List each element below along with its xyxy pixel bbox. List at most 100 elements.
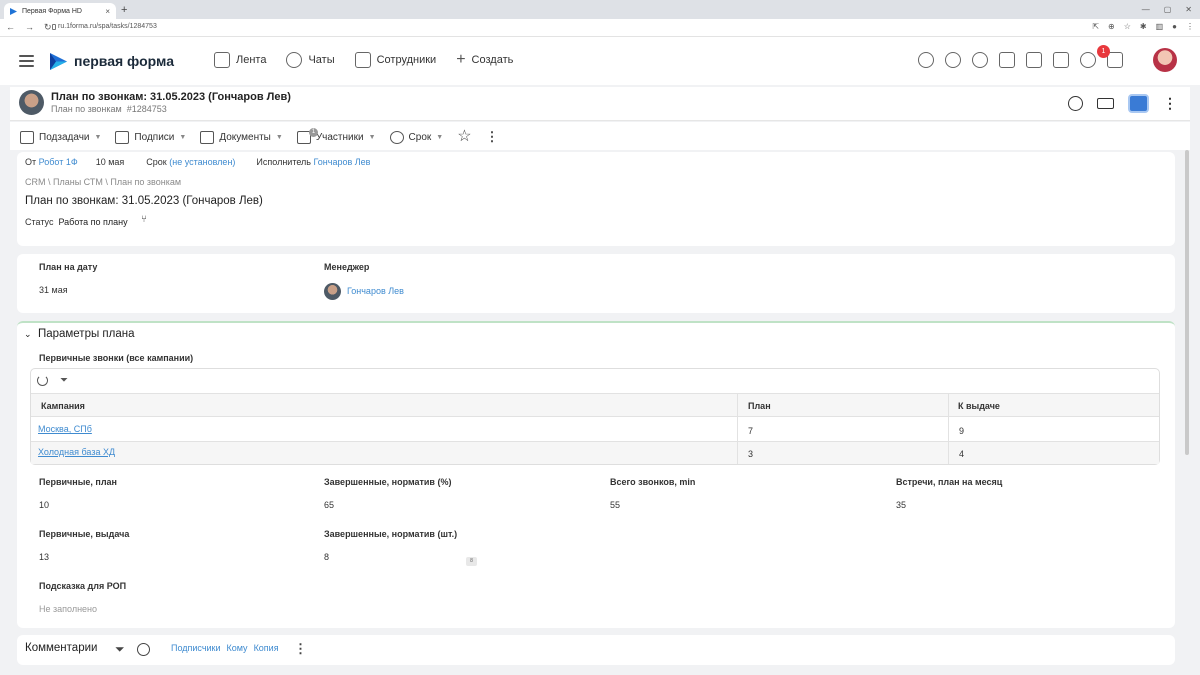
nav-employees[interactable]: Сотрудники <box>354 52 437 68</box>
documents-button[interactable]: Документы ▼ <box>200 130 283 144</box>
field-value: 8 <box>324 552 330 562</box>
star-icon[interactable]: ☆ <box>457 129 471 145</box>
field-value: 55 <box>610 500 621 510</box>
created-date: 10 мая <box>95 157 125 167</box>
breadcrumb[interactable]: CRM \ Планы СТМ \ План по звонкам <box>25 177 181 187</box>
toolbar-buttons: Подзадачи ▼ Подписи ▼ Документы ▼ Участники… <box>20 129 499 145</box>
table-row-campaign-link[interactable]: Холодная база ХД <box>38 447 115 457</box>
column-divider <box>737 393 738 464</box>
bookmark-icon[interactable]: ☆ <box>1124 22 1131 31</box>
executor-link[interactable]: Гончаров Лев <box>314 157 371 167</box>
favicon-icon <box>10 7 17 15</box>
menu-icon[interactable] <box>19 55 34 70</box>
task-title: План по звонкам: 31.05.2023 (Гончаров Ле… <box>51 91 291 103</box>
copy-link[interactable]: Копия <box>254 643 279 653</box>
video-call-icon[interactable] <box>1097 98 1114 109</box>
maximize-icon[interactable]: ▢ <box>1164 5 1172 14</box>
author-link[interactable]: Робот 1Ф <box>39 157 78 167</box>
search-icon[interactable] <box>918 52 934 68</box>
field-value: 13 <box>39 552 50 562</box>
status-value[interactable]: Работа по плану <box>58 217 127 227</box>
calendar-icon[interactable] <box>1107 52 1123 68</box>
nav-feed[interactable]: Лента <box>214 52 266 68</box>
to-link[interactable]: Кому <box>227 643 248 653</box>
add-file-icon[interactable] <box>1053 52 1069 68</box>
window-controls: — ▢ ✕ <box>1142 5 1192 14</box>
forward-icon[interactable]: → <box>25 22 34 33</box>
url-input[interactable]: ru.1forma.ru/spa/tasks/1284753 <box>58 23 157 30</box>
close-window-icon[interactable]: ✕ <box>1185 5 1192 14</box>
column-header-issue[interactable]: К выдаче <box>958 401 1000 411</box>
field-label: Завершенные, норматив (%) <box>324 477 452 487</box>
column-header-plan[interactable]: План <box>748 401 771 411</box>
task-number: #1284753 <box>126 104 167 114</box>
new-tab-button[interactable]: + <box>121 4 127 16</box>
plan-card <box>17 254 1175 313</box>
executor-label: Исполнитель <box>256 157 311 167</box>
employees-icon <box>354 52 371 68</box>
browser-menu-icon[interactable]: ⋮ <box>1186 22 1194 31</box>
filter-icon[interactable]: ⏷ <box>115 642 125 657</box>
signatures-button[interactable]: Подписи ▼ <box>115 130 186 144</box>
more-icon[interactable]: ⋮ <box>486 129 499 145</box>
search-icon[interactable] <box>136 643 150 656</box>
minimize-icon[interactable]: — <box>1142 5 1150 14</box>
mail-icon[interactable] <box>999 52 1015 68</box>
from-label: От <box>25 157 37 167</box>
address-bar <box>0 19 1200 37</box>
refresh-icon[interactable] <box>37 375 48 386</box>
search-icon[interactable] <box>1068 96 1083 111</box>
subtasks-button[interactable]: Подзадачи ▼ <box>20 130 102 144</box>
task-type[interactable]: План по звонкам <box>51 104 122 114</box>
subscribers-link[interactable]: Подписчики <box>171 643 221 653</box>
plan-date-label: План на дату <box>39 262 98 272</box>
more-icon[interactable]: ⋮ <box>294 641 307 657</box>
alarm-icon[interactable] <box>945 52 961 68</box>
extensions-icon[interactable]: ✱ <box>1140 22 1147 31</box>
logo-text[interactable]: первая форма <box>74 53 174 69</box>
chevron-down-icon: ▼ <box>275 133 283 141</box>
column-divider <box>948 393 949 464</box>
deadline-button[interactable]: Срок ▼ <box>389 130 443 144</box>
table-row-campaign-link[interactable]: Москва, СПб <box>38 424 92 434</box>
chevron-down-icon: ▼ <box>94 133 102 141</box>
chevron-down-icon: ▼ <box>368 133 376 141</box>
nav-employees-label: Сотрудники <box>376 54 437 66</box>
plan-date-value: 31 мая <box>39 285 68 295</box>
manager-link[interactable]: Гончаров Лев <box>347 286 404 296</box>
signature-icon <box>115 130 130 144</box>
chat-bubble-icon[interactable] <box>972 52 988 68</box>
scrollbar[interactable] <box>1185 150 1189 455</box>
nav-chats[interactable]: Чаты <box>286 52 335 68</box>
share-icon[interactable]: ⇱ <box>1092 22 1099 31</box>
route-icon[interactable]: ⑂ <box>141 214 147 225</box>
more-icon[interactable]: ⋮ <box>1163 95 1177 112</box>
deadline-link[interactable]: (не установлен) <box>169 157 235 167</box>
field-label: Встречи, план на месяц <box>896 477 1003 487</box>
params-title: Параметры плана <box>37 328 135 340</box>
profile-icon[interactable]: ● <box>1172 22 1177 31</box>
filter-icon[interactable]: ⏷ <box>60 375 68 386</box>
table-cell-issue: 4 <box>959 449 965 459</box>
zoom-icon[interactable]: ⊕ <box>1108 22 1115 31</box>
field-label: Всего звонков, min <box>610 477 696 487</box>
field-label: Первичные, выдача <box>39 529 130 539</box>
browser-tab[interactable]: Первая Форма HD × <box>4 3 116 19</box>
panel-toggle-icon[interactable] <box>1128 94 1149 113</box>
params-section-header[interactable]: ⌄ Параметры плана <box>24 328 135 340</box>
documents-icon <box>200 130 215 144</box>
nav-create[interactable]: + Создать <box>456 52 513 68</box>
logo-icon[interactable] <box>49 52 68 71</box>
field-label: Завершенные, норматив (шт.) <box>324 529 458 539</box>
notice-icon[interactable] <box>1026 52 1042 68</box>
help-icon[interactable] <box>1080 52 1096 68</box>
feed-icon <box>214 52 230 68</box>
reload-icon[interactable]: ↻ <box>44 22 52 33</box>
user-avatar[interactable] <box>1153 48 1177 72</box>
nav-chats-label: Чаты <box>308 54 335 66</box>
column-header-campaign[interactable]: Кампания <box>41 401 85 411</box>
tab-close-icon[interactable]: × <box>105 7 110 16</box>
sidepanel-icon[interactable]: ▥ <box>1156 22 1164 31</box>
deadline-label: Срок <box>408 131 432 143</box>
back-icon[interactable]: ← <box>6 22 15 33</box>
